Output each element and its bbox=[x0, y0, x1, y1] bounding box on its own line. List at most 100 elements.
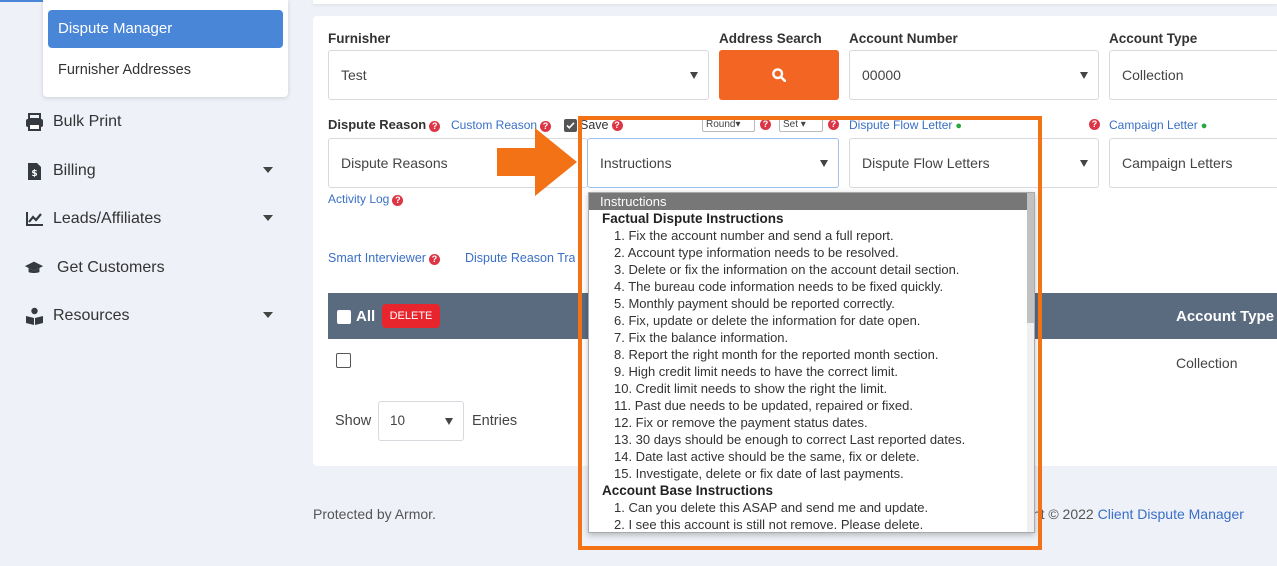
campaign-letters-select[interactable]: Campaign Letters bbox=[1109, 138, 1277, 188]
submenu-item-furnisher-addresses[interactable]: Furnisher Addresses bbox=[58, 62, 191, 78]
dropdown-option-selected[interactable]: Instructions bbox=[589, 193, 1028, 210]
dropdown-option[interactable]: 10. Credit limit needs to show the right… bbox=[589, 380, 1034, 397]
furnisher-label: Furnisher bbox=[328, 31, 391, 46]
arrow-annotation-icon bbox=[497, 128, 577, 196]
top-card bbox=[313, 0, 1277, 4]
dropdown-option[interactable]: 3. Delete or fix the information on the … bbox=[589, 261, 1034, 278]
campaign-letter-link-text: Campaign Letter bbox=[1109, 118, 1198, 132]
dropdown-option[interactable]: 12. Fix or remove the payment status dat… bbox=[589, 414, 1034, 431]
dropdown-group-account-base: Account Base Instructions bbox=[602, 483, 774, 498]
entries-label: Entries bbox=[472, 413, 518, 429]
save-label: Save bbox=[580, 118, 609, 132]
sidebar-item-label: Get Customers bbox=[57, 259, 165, 276]
dispute-reason-label-text: Dispute Reason bbox=[328, 117, 427, 132]
account-type-value: Collection bbox=[1122, 67, 1184, 83]
sidebar-item-get-customers[interactable]: Get Customers bbox=[24, 255, 279, 281]
dispute-flow-letter-link[interactable]: Dispute Flow Letter ● bbox=[849, 118, 962, 132]
dropdown-option[interactable]: 1. Fix the account number and send a ful… bbox=[589, 227, 1034, 244]
help-icon[interactable]: ? bbox=[611, 119, 623, 131]
chevron-down-icon bbox=[263, 167, 273, 173]
chevron-down-icon bbox=[445, 418, 453, 425]
entries-select[interactable]: 10 bbox=[378, 401, 464, 441]
sidebar-item-label: Leads/Affiliates bbox=[53, 210, 162, 227]
book-reader-icon bbox=[24, 306, 44, 326]
dropdown-option[interactable]: 4. The bureau code information needs to … bbox=[589, 278, 1034, 295]
sidebar-item-leads-affiliates[interactable]: Leads/Affiliates bbox=[24, 206, 279, 232]
dropdown-option[interactable]: 2. Account type information needs to be … bbox=[589, 244, 1034, 261]
chevron-down-icon bbox=[1080, 160, 1088, 167]
dropdown-option[interactable]: 13. 30 days should be enough to correct … bbox=[589, 431, 1034, 448]
sidebar-item-label: Billing bbox=[53, 162, 96, 179]
table-cell-account-type: Collection bbox=[1176, 355, 1238, 371]
sidebar-item-billing[interactable]: $ Billing bbox=[24, 158, 279, 184]
dropdown-option[interactable]: 14. Date last active should be the same,… bbox=[589, 448, 1034, 465]
address-search-button[interactable] bbox=[719, 50, 839, 100]
dropdown-option[interactable]: 11. Past due needs to be updated, repair… bbox=[589, 397, 1034, 414]
dropdown-group-factual: Factual Dispute Instructions bbox=[602, 211, 784, 226]
chevron-down-icon bbox=[263, 215, 273, 221]
help-icon[interactable]: ? bbox=[428, 254, 440, 265]
help-icon[interactable]: ? bbox=[760, 119, 771, 130]
activity-log-link[interactable]: Activity Log? bbox=[328, 192, 404, 206]
furnisher-select[interactable]: Test bbox=[328, 50, 709, 100]
sidebar-item-label: Resources bbox=[53, 307, 130, 324]
chevron-down-icon bbox=[1080, 72, 1088, 79]
help-icon[interactable]: ? bbox=[1089, 119, 1100, 130]
round-select-value: Round bbox=[706, 119, 736, 130]
furnisher-value: Test bbox=[341, 67, 367, 83]
footer-copyright: ght © 2022 Client Dispute Manager bbox=[1025, 506, 1244, 522]
account-number-select[interactable]: 00000 bbox=[849, 50, 1099, 100]
delete-button[interactable]: DELETE bbox=[382, 304, 440, 328]
row-checkbox[interactable] bbox=[336, 353, 351, 368]
dispute-flow-letters-value: Dispute Flow Letters bbox=[862, 155, 990, 171]
eye-icon[interactable]: ● bbox=[1201, 120, 1208, 132]
campaign-letter-link[interactable]: Campaign Letter ● bbox=[1109, 118, 1207, 132]
instructions-select[interactable]: Instructions bbox=[587, 138, 839, 188]
dropdown-option[interactable]: 6. Fix, update or delete the information… bbox=[589, 312, 1034, 329]
dropdown-option[interactable]: 2. I see this account is still not remov… bbox=[589, 516, 1034, 532]
smart-interviewer-link-text: Smart Interviewer bbox=[328, 251, 426, 265]
dispute-reason-tracker-link[interactable]: Dispute Reason Tra bbox=[465, 251, 575, 265]
instructions-dropdown-list[interactable]: Instructions Factual Dispute Instruction… bbox=[588, 192, 1035, 533]
svg-text:$: $ bbox=[31, 169, 37, 179]
sidebar-item-bulk-print[interactable]: Bulk Print bbox=[24, 109, 279, 135]
dropdown-option[interactable]: 7. Fix the balance information. bbox=[589, 329, 1034, 346]
dispute-reason-label: Dispute Reason? bbox=[328, 117, 441, 132]
dropdown-option[interactable]: 5. Monthly payment should be reported co… bbox=[589, 295, 1034, 312]
sidebar-item-resources[interactable]: Resources bbox=[24, 303, 279, 329]
printer-icon bbox=[24, 112, 44, 132]
chevron-down-icon bbox=[820, 160, 828, 167]
dispute-flow-letters-select[interactable]: Dispute Flow Letters bbox=[849, 138, 1099, 188]
eye-icon[interactable]: ● bbox=[955, 120, 962, 132]
dropdown-option[interactable]: 9. High credit limit needs to have the c… bbox=[589, 363, 1034, 380]
submenu-item-dispute-manager[interactable]: Dispute Manager bbox=[48, 10, 283, 48]
dropdown-scrollbar[interactable] bbox=[1027, 193, 1034, 532]
graduation-cap-icon bbox=[24, 258, 44, 278]
instructions-value: Instructions bbox=[600, 155, 672, 171]
chevron-down-icon bbox=[690, 72, 698, 79]
account-number-label: Account Number bbox=[849, 31, 958, 46]
footer-brand-link[interactable]: Client Dispute Manager bbox=[1098, 506, 1244, 522]
footer-protected: Protected by Armor. bbox=[313, 506, 436, 522]
search-icon bbox=[772, 68, 786, 82]
round-select[interactable]: Round▾ bbox=[702, 117, 755, 132]
account-type-column-header: Account Type bbox=[1176, 308, 1275, 325]
activity-log-link-text: Activity Log bbox=[328, 192, 390, 206]
dropdown-option[interactable]: 1. Can you delete this ASAP and send me … bbox=[589, 499, 1034, 516]
campaign-letters-value: Campaign Letters bbox=[1122, 155, 1233, 171]
dropdown-option[interactable]: 8. Report the right month for the report… bbox=[589, 346, 1034, 363]
smart-interviewer-link[interactable]: Smart Interviewer? bbox=[328, 251, 440, 265]
checkbox-box bbox=[337, 309, 351, 324]
account-type-select[interactable]: Collection bbox=[1109, 50, 1277, 100]
help-icon[interactable]: ? bbox=[392, 195, 404, 206]
set-select-value: Set bbox=[783, 119, 799, 130]
help-icon[interactable]: ? bbox=[429, 121, 441, 132]
dropdown-option[interactable]: 15. Investigate, delete or fix date of l… bbox=[589, 465, 1034, 482]
footer-copyright-text: ght © 2022 bbox=[1025, 506, 1098, 522]
sidebar-item-label: Bulk Print bbox=[53, 113, 122, 130]
scrollbar-thumb[interactable] bbox=[1027, 193, 1034, 323]
help-icon[interactable]: ? bbox=[828, 119, 839, 130]
select-all-checkbox[interactable]: All bbox=[337, 308, 375, 325]
set-select[interactable]: Set ▾ bbox=[779, 117, 823, 132]
dispute-reasons-value: Dispute Reasons bbox=[341, 155, 448, 171]
